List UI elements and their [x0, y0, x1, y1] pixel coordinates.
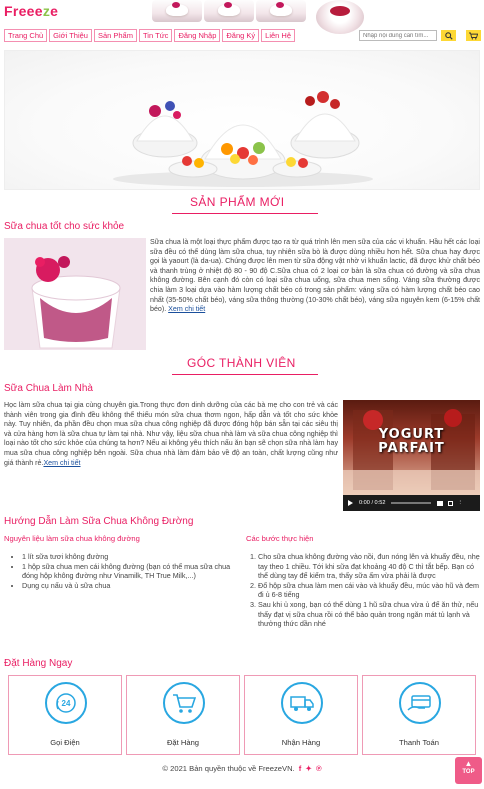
article-body: Học làm sữa chua tại gia cùng chuyên gia…	[4, 401, 338, 468]
list-item: Cho sữa chua không đường vào nồi, đun nó…	[258, 552, 480, 581]
site-header: Freeeze Trang Chủ Giới Thiệu Sản Phẩm Ti…	[0, 0, 484, 48]
site-footer: © 2021 Bản quyền thuộc về FreezeVN. f ✦ …	[0, 764, 484, 773]
order-icon-circle: 24	[45, 682, 87, 724]
nav-item-home[interactable]: Trang Chủ	[4, 29, 48, 42]
ingredients-list: 1 lít sữa tươi không đường 1 hộp sữa chu…	[10, 552, 240, 590]
nav-item-contact[interactable]: Liên Hệ	[261, 29, 296, 42]
list-item: Đổ hộp sữa chua làm men cái vào và khuấy…	[258, 581, 480, 600]
play-icon[interactable]	[348, 500, 353, 506]
phone-badge-text: 24	[62, 699, 71, 708]
back-to-top-label: TOP	[462, 769, 475, 775]
read-more-link[interactable]: Xem chi tiết	[43, 459, 80, 467]
header-thumb	[152, 0, 202, 22]
cart-icon	[469, 32, 478, 40]
header-product-thumbs	[152, 0, 308, 22]
chevron-up-icon: ▲	[464, 759, 473, 768]
order-step-label: Đặt Hàng	[166, 738, 200, 747]
nav-item-about[interactable]: Giới Thiệu	[49, 29, 92, 42]
search-input[interactable]	[359, 30, 437, 41]
nav-item-register[interactable]: Đăng Ký	[222, 29, 260, 42]
main-nav: Trang Chủ Giới Thiệu Sản Phẩm Tin Tức Đă…	[4, 29, 297, 42]
frozen-yogurt-banner-image	[113, 91, 373, 187]
video-title-line: YOGURT	[378, 427, 445, 442]
cart-button[interactable]	[466, 30, 481, 41]
list-item: 1 hộp sữa chua men cái không đường (bạn …	[22, 562, 240, 581]
video-time: 0:00 / 0:52	[359, 500, 386, 506]
site-logo[interactable]: Freeeze	[4, 3, 58, 19]
article-body-text: Sữa chua là một loại thực phẩm được tạo …	[150, 238, 480, 314]
section-divider	[172, 213, 318, 214]
section-title-new-products: SẢN PHẨM MỚI	[190, 195, 285, 209]
logo-tail: e	[50, 3, 59, 19]
nav-item-news[interactable]: Tin Tức	[138, 29, 173, 42]
header-thumb-large	[316, 0, 364, 34]
order-step-order[interactable]: Đặt Hàng	[126, 675, 240, 755]
section-title-member-corner: GÓC THÀNH VIÊN	[187, 356, 296, 370]
shopping-cart-icon	[173, 694, 196, 713]
nav-item-login[interactable]: Đăng Nhập	[174, 29, 221, 42]
list-item: Sau khi ủ xong, bạn có thể dùng 1 hũ sữa…	[258, 600, 480, 629]
order-step-label: Gọi Điện	[50, 738, 80, 747]
volume-icon[interactable]	[437, 500, 444, 506]
steps-list: Cho sữa chua không đường vào nồi, đun nó…	[246, 552, 480, 629]
copyright-text: © 2021 Bản quyền thuộc về FreezeVN.	[162, 764, 295, 773]
ingredients-heading: Nguyên liệu làm sữa chua không đường	[4, 534, 140, 543]
article-body-text: Học làm sữa chua tại gia cùng chuyên gia…	[4, 401, 338, 467]
video-player[interactable]: YOGURT PARFAIT 0:00 / 0:52 ⋮	[343, 400, 480, 511]
read-more-link[interactable]: Xem chi tiết	[168, 305, 205, 313]
recipe-title: Hướng Dẫn Làm Sữa Chua Không Đường	[4, 516, 194, 527]
order-step-call[interactable]: 24 Gọi Điện	[8, 675, 122, 755]
order-step-receive[interactable]: Nhận Hàng	[244, 675, 358, 755]
article-title[interactable]: Sữa Chua Làm Nhà	[4, 383, 93, 394]
video-frame: YOGURT PARFAIT	[343, 400, 480, 495]
order-step-label: Nhận Hàng	[281, 738, 321, 747]
header-thumb	[256, 0, 306, 22]
yogurt-product-image	[4, 238, 146, 350]
order-icon-circle	[399, 682, 441, 724]
list-item: 1 lít sữa tươi không đường	[22, 552, 240, 562]
list-item: Dụng cụ nấu và ủ sữa chua	[22, 581, 240, 591]
twitter-icon[interactable]: ✦	[305, 764, 311, 773]
more-options-icon[interactable]: ⋮	[457, 500, 463, 506]
video-controls: 0:00 / 0:52 ⋮	[343, 495, 480, 511]
video-title-line: PARFAIT	[378, 441, 445, 456]
order-icon-circle	[163, 682, 205, 724]
article-title[interactable]: Sữa chua tốt cho sức khỏe	[4, 221, 124, 232]
payment-card-icon	[407, 695, 431, 711]
delivery-truck-icon	[290, 696, 314, 711]
phone-24-icon: 24	[56, 693, 76, 713]
hero-banner	[4, 50, 480, 190]
order-title: Đặt Hàng Ngay	[4, 658, 73, 669]
pinterest-icon[interactable]: ℗	[316, 764, 322, 773]
back-to-top-button[interactable]: ▲ TOP	[455, 757, 482, 784]
video-progress-bar[interactable]	[391, 502, 432, 504]
search-button[interactable]	[441, 30, 456, 41]
order-step-label: Thanh Toán	[399, 738, 439, 747]
order-icon-circle	[281, 682, 323, 724]
article-body: Sữa chua là một loại thực phẩm được tạo …	[150, 238, 480, 315]
logo-text: Freee	[4, 3, 43, 19]
section-divider	[172, 374, 318, 375]
header-thumb	[204, 0, 254, 22]
yogurt-cup-image	[4, 238, 146, 350]
facebook-icon[interactable]: f	[299, 764, 302, 773]
order-step-payment[interactable]: Thanh Toán	[362, 675, 476, 755]
nav-item-products[interactable]: Sản Phẩm	[93, 29, 137, 42]
steps-heading: Các bước thực hiện	[246, 534, 314, 543]
search-icon	[444, 31, 453, 40]
fullscreen-icon[interactable]	[448, 500, 454, 506]
